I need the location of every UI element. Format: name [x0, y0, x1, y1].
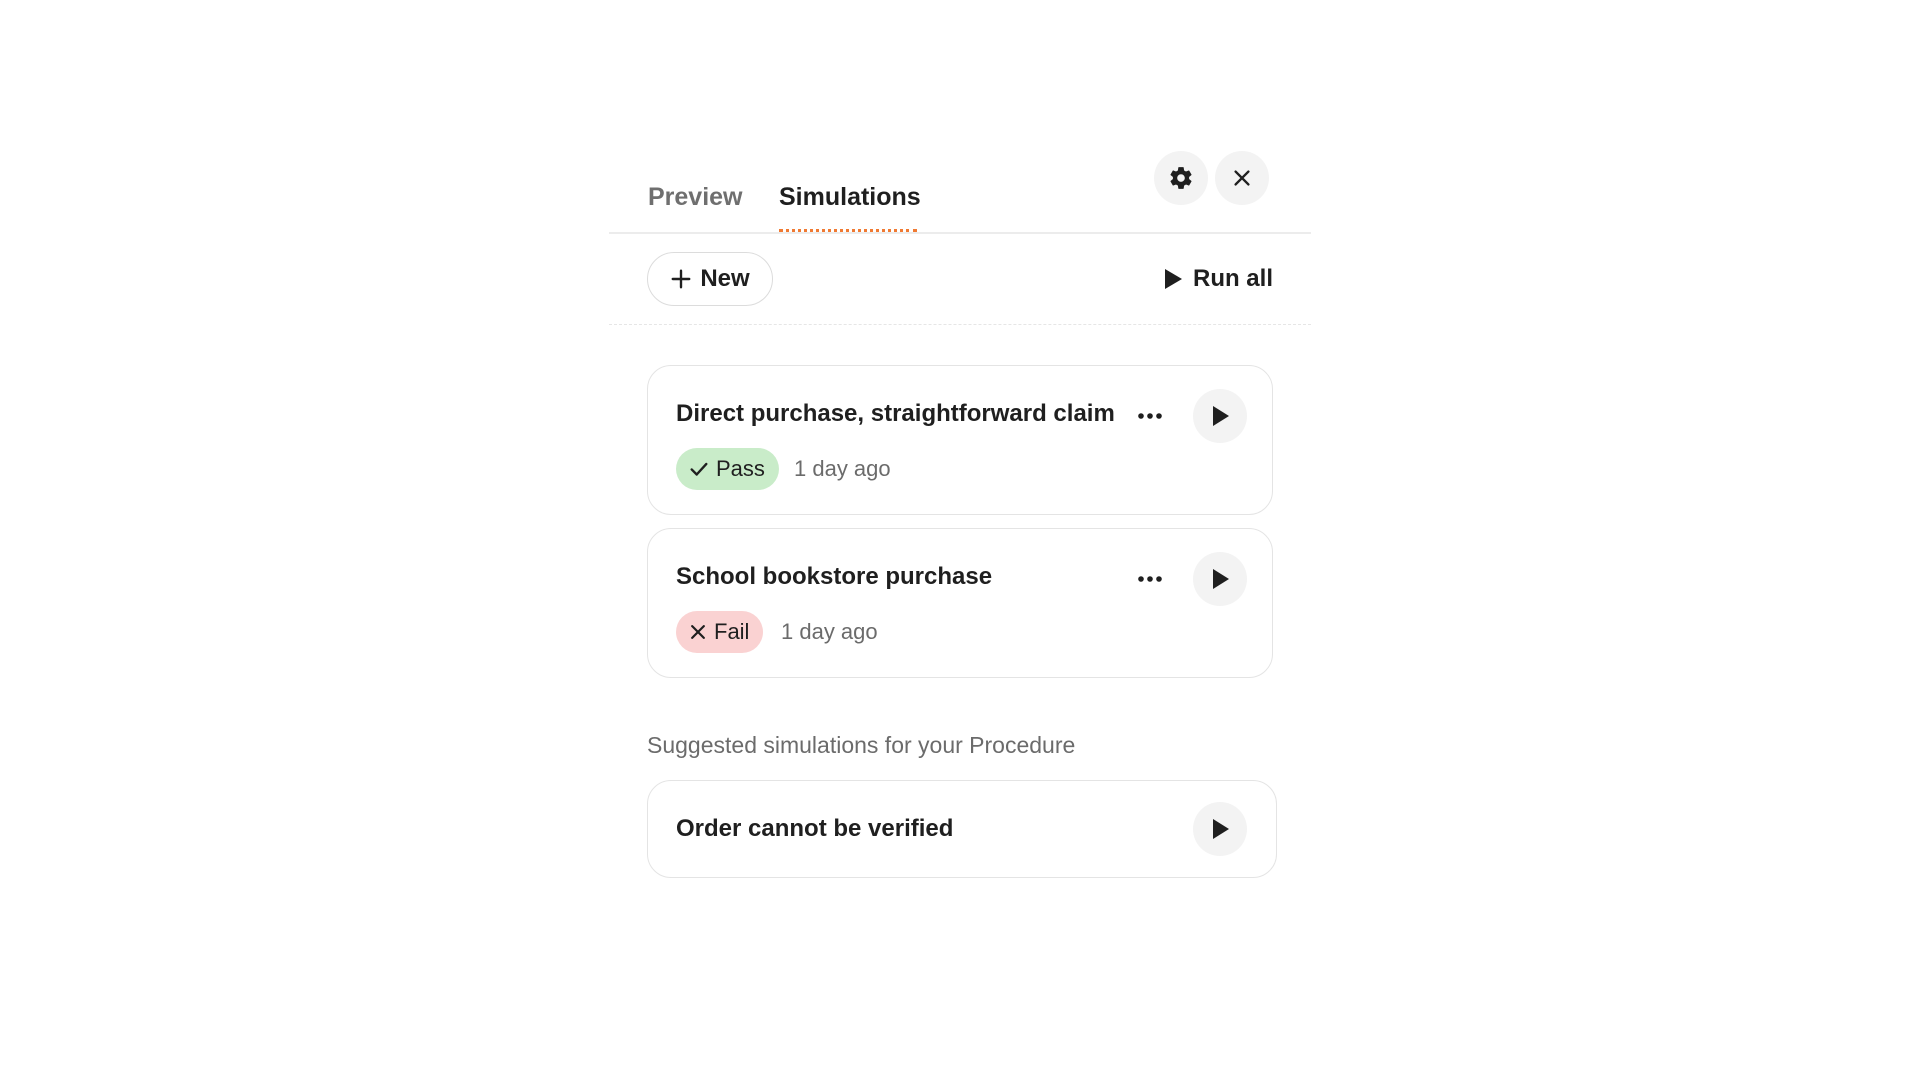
new-button-label: New — [700, 265, 750, 292]
run-suggested-simulation-button[interactable] — [1193, 802, 1247, 856]
suggested-simulation-card[interactable]: Order cannot be verified — [647, 780, 1277, 878]
status-label: Pass — [716, 456, 765, 481]
simulation-card[interactable]: School bookstore purchase Fail 1 day ago — [647, 528, 1273, 678]
simulations-toolbar: New Run all — [609, 234, 1311, 325]
simulation-title: School bookstore purchase — [676, 563, 993, 590]
tab-simulations-label: Simulations — [779, 183, 921, 211]
status-badge-fail: Fail — [676, 611, 764, 653]
simulations-panel: Preview Simulations New Run all Direct p… — [609, 140, 1311, 900]
tab-preview[interactable]: Preview — [648, 164, 748, 230]
status-label: Fail — [714, 619, 750, 644]
more-options-button[interactable] — [1130, 559, 1170, 599]
status-badge-pass: Pass — [676, 448, 779, 490]
tab-bar: Preview Simulations — [609, 140, 1311, 234]
run-simulation-button[interactable] — [1193, 389, 1247, 443]
suggested-simulation-title: Order cannot be verified — [676, 815, 954, 842]
run-simulation-button[interactable] — [1193, 552, 1247, 606]
gear-icon — [1170, 167, 1192, 189]
simulation-card[interactable]: Direct purchase, straightforward claim P… — [647, 365, 1273, 515]
active-tab-indicator — [779, 229, 917, 232]
play-icon — [1213, 569, 1229, 589]
close-icon — [1234, 170, 1250, 186]
tab-simulations[interactable]: Simulations — [779, 164, 921, 232]
x-icon — [691, 625, 705, 639]
check-icon — [690, 462, 708, 476]
plus-icon — [671, 269, 691, 289]
run-all-label: Run all — [1192, 265, 1273, 292]
close-button[interactable] — [1215, 151, 1269, 205]
more-options-button[interactable] — [1130, 396, 1170, 436]
new-simulation-button[interactable]: New — [647, 252, 773, 306]
more-horizontal-icon — [1138, 576, 1162, 582]
last-run-timestamp: 1 day ago — [781, 619, 878, 644]
run-all-button[interactable]: Run all — [1163, 252, 1273, 306]
play-icon — [1164, 269, 1182, 289]
play-icon — [1213, 819, 1229, 839]
play-icon — [1213, 406, 1229, 426]
simulation-title: Direct purchase, straightforward claim — [676, 400, 1115, 427]
last-run-timestamp: 1 day ago — [794, 456, 891, 481]
settings-button[interactable] — [1154, 151, 1208, 205]
more-horizontal-icon — [1138, 413, 1162, 419]
suggested-simulations-heading: Suggested simulations for your Procedure — [647, 732, 1076, 758]
